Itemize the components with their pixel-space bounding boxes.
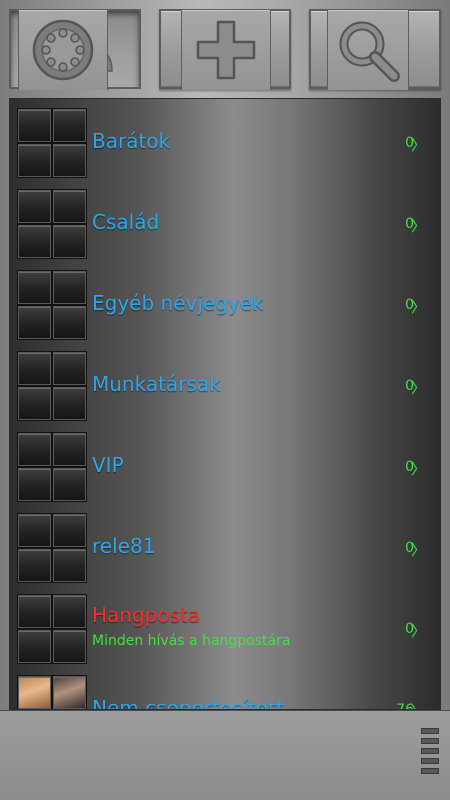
dialpad-button[interactable] (18, 10, 108, 90)
add-icon (196, 20, 256, 80)
group-thumbnail (17, 675, 87, 709)
group-thumbnail (17, 108, 87, 178)
chevron-right-icon: 〉 (410, 379, 426, 397)
group-thumbnail (17, 513, 87, 583)
group-thumbnail (17, 432, 87, 502)
add-button[interactable] (181, 10, 271, 90)
chevron-right-icon: 〉 (410, 541, 426, 559)
group-name: Egyéb névjegyek (92, 291, 264, 315)
contact-photo (18, 676, 51, 709)
list-item-egyéb-névjegyek[interactable]: Egyéb névjegyek 0 〉 (10, 261, 440, 342)
group-name: Család (92, 210, 160, 234)
list-item-rele81[interactable]: rele81 0 〉 (10, 504, 440, 585)
bottom-toolbar (0, 710, 450, 800)
group-thumbnail (17, 594, 87, 664)
list-item-hangposta[interactable]: Hangposta Minden hívás a hangpostára 0 〉 (10, 585, 440, 666)
group-thumbnail (17, 189, 87, 259)
group-thumbnail (17, 351, 87, 421)
search-icon (339, 21, 400, 82)
chevron-right-icon: 〉 (410, 217, 426, 235)
list-item-barátok[interactable]: Barátok 0 〉 (10, 99, 440, 180)
group-name: Munkatársak (92, 372, 221, 396)
list-item-család[interactable]: Család 0 〉 (10, 180, 440, 261)
chevron-right-icon: 〉 (410, 136, 426, 154)
group-name: Nem csoportosított (92, 696, 284, 710)
list-item-munkatársak[interactable]: Munkatársak 0 〉 (10, 342, 440, 423)
group-name: VIP (92, 453, 124, 477)
contact-photo (53, 676, 86, 709)
chevron-right-icon: 〉 (411, 701, 426, 709)
group-name: Hangposta (92, 603, 201, 627)
chevron-right-icon: 〉 (410, 298, 426, 316)
group-subtitle: Minden hívás a hangpostára (92, 633, 291, 649)
chevron-right-icon: 〉 (410, 460, 426, 478)
chevron-right-icon: 〉 (410, 622, 426, 640)
group-thumbnail (17, 270, 87, 340)
dialpad-icon (32, 19, 94, 81)
search-button[interactable] (327, 10, 409, 90)
group-name: Barátok (92, 129, 171, 153)
group-name: rele81 (92, 534, 156, 558)
list-item-nem-csoportosított[interactable]: Nem csoportosított 76 〉 (10, 666, 440, 710)
menu-icon[interactable] (421, 728, 439, 780)
list-item-vip[interactable]: VIP 0 〉 (10, 423, 440, 504)
group-list[interactable]: Barátok 0 〉 Család 0 〉 Egyéb névjegyek 0… (9, 98, 441, 710)
